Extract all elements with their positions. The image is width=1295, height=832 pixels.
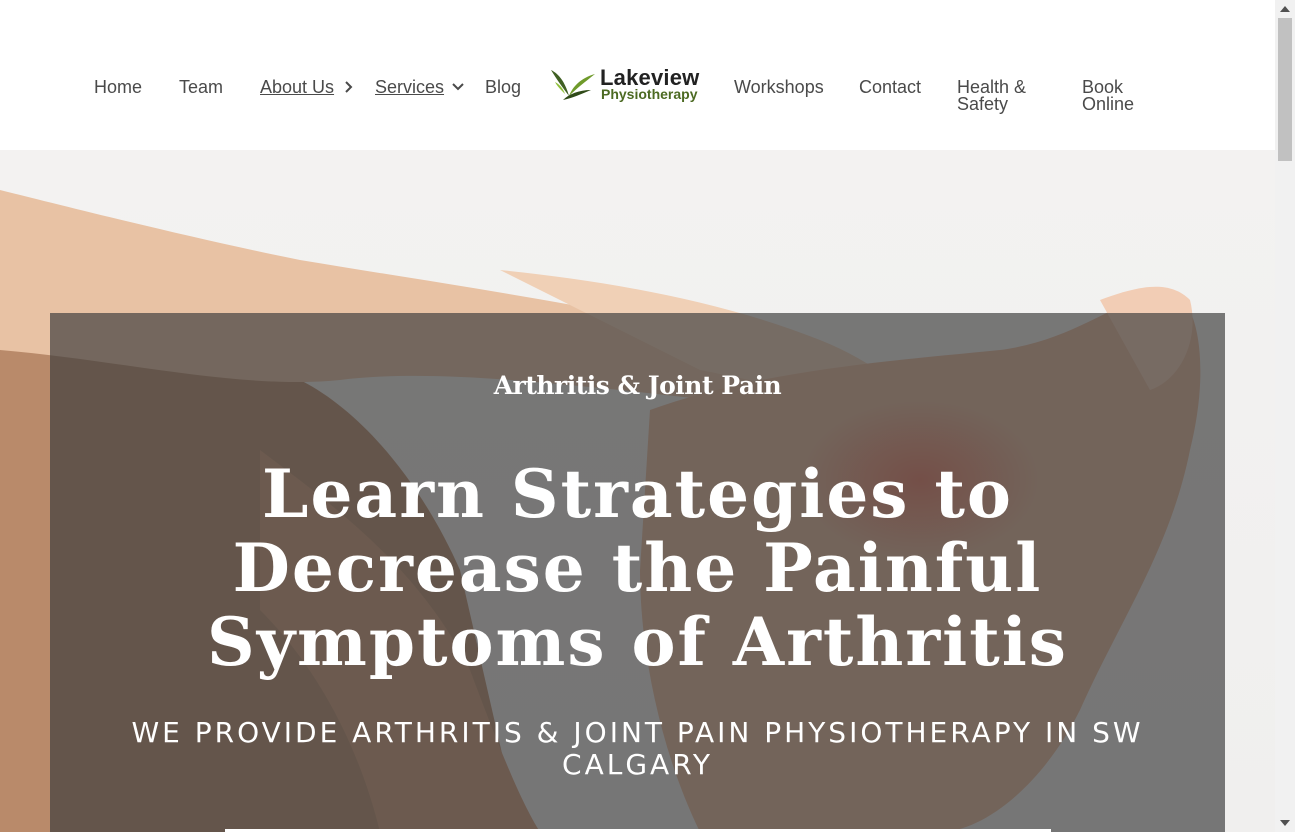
nav-team[interactable]: Team — [179, 78, 223, 96]
scroll-up-arrow-icon[interactable] — [1280, 6, 1290, 12]
hero-headline-line: Symptoms of Arthritis — [207, 603, 1068, 681]
hero-banner: Arthritis & Joint Pain Learn Strategies … — [0, 150, 1275, 832]
scroll-thumb[interactable] — [1278, 18, 1292, 161]
leaf-logo-icon — [551, 70, 595, 100]
logo-tagline: Physiotherapy — [601, 86, 698, 102]
hero-headline-line: Decrease the Painful — [232, 529, 1043, 607]
chevron-right-icon[interactable] — [342, 78, 356, 96]
nav-home[interactable]: Home — [94, 78, 142, 96]
scroll-down-arrow-icon[interactable] — [1280, 820, 1290, 826]
nav-contact[interactable]: Contact — [859, 78, 921, 96]
site-header: Home Team About Us Services Blog Lakevie… — [0, 0, 1275, 150]
chevron-down-icon[interactable] — [451, 78, 465, 96]
hero-headline: Learn Strategies to Decrease the Painful… — [50, 457, 1225, 679]
hero-kicker: Arthritis & Joint Pain — [493, 371, 782, 400]
nav-about-us[interactable]: About Us — [260, 78, 334, 96]
nav-workshops[interactable]: Workshops — [734, 78, 824, 96]
nav-book-online[interactable]: Book Online — [1082, 78, 1142, 113]
nav-services[interactable]: Services — [375, 78, 444, 96]
hero-subhead: WE PROVIDE ARTHRITIS & JOINT PAIN PHYSIO… — [131, 716, 1144, 781]
hero-overlay-card: Arthritis & Joint Pain Learn Strategies … — [50, 313, 1225, 832]
hero-headline-line: Learn Strategies to — [262, 455, 1013, 533]
page-scrollbar[interactable] — [1275, 0, 1295, 832]
nav-blog[interactable]: Blog — [485, 78, 521, 96]
nav-health-safety[interactable]: Health & Safety — [957, 78, 1047, 113]
site-logo[interactable]: Lakeview Physiotherapy — [549, 65, 699, 104]
